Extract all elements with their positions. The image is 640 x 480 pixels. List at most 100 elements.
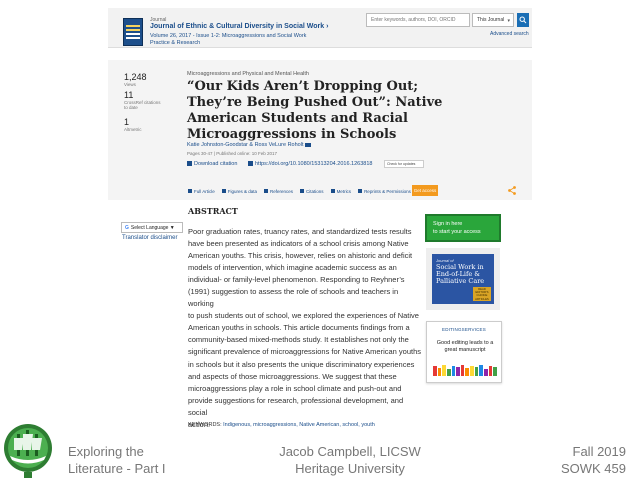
email-icon[interactable] (305, 142, 312, 147)
document-icon (188, 189, 192, 193)
authors-text[interactable]: Katie Johnston-Goodstar & Ross VeLure Ro… (187, 142, 303, 148)
decorative-pencils-graphic (433, 364, 497, 376)
doi-link[interactable]: https://doi.org/10.1080/15313204.2016.12… (248, 161, 372, 167)
advert-journal-title: Social Work in End-of-Life & Palliative … (436, 263, 485, 285)
journal-title-link[interactable]: Journal of Ethnic & Cultural Diversity i… (150, 23, 328, 30)
abstract-body: Poor graduation rates, truancy rates, an… (188, 226, 422, 431)
abstract-line: American youths. This crisis, however, r… (188, 251, 413, 261)
check-for-updates-button[interactable]: Check for updates (384, 160, 424, 168)
bar-chart-icon (330, 189, 335, 193)
crossref-metric[interactable]: 11 CrossRef citations to date (124, 90, 164, 110)
article-pages-date: Pages 30-47 | Published online: 10 Feb 2… (187, 151, 277, 156)
abstract-line: in schools but it also presents the uniq… (188, 359, 415, 369)
abstract-line: to push students out of school, we explo… (188, 311, 419, 321)
language-select-label: Select Language ▼ (130, 225, 175, 231)
advanced-search-link[interactable]: Advanced search (490, 31, 529, 37)
tab-figures-data[interactable]: Figures & data (221, 188, 258, 194)
tab-label: Reprints & Permissions (364, 188, 411, 194)
abstract-line: Poor graduation rates, truancy rates, an… (188, 227, 412, 236)
search-button[interactable] (517, 13, 529, 27)
views-value: 1,248 (124, 72, 147, 82)
tab-label: Full Article (194, 188, 215, 194)
altmetric-value: 1 (124, 117, 130, 127)
footer-left-line1: Exploring the (68, 444, 144, 459)
download-citation-link[interactable]: Download citation (187, 161, 237, 167)
tab-full-article[interactable]: Full Article (188, 189, 215, 194)
abstract-line: and aspects of those microaggressions. W… (188, 371, 397, 381)
signin-line1: Sign in here (433, 221, 463, 227)
article-title: “Our Kids Aren’t Dropping Out; They’re B… (187, 79, 443, 142)
tab-references[interactable]: References (264, 189, 293, 194)
article-category: Microaggressions and Physical and Mental… (187, 71, 309, 77)
download-citation-label: Download citation (194, 161, 238, 167)
footer-course-topic: Exploring the Literature - Part I (68, 443, 166, 477)
journal-cover-thumbnail[interactable] (123, 18, 143, 46)
footer-right-line2: SOWK 459 (560, 461, 626, 476)
article-tabs: Full Article Figures & data References C… (188, 185, 411, 197)
keyword-links[interactable]: Indigenous, microaggressions, Native Ame… (223, 422, 375, 428)
journal-advert[interactable]: Journal of Social Work in End-of-Life & … (426, 248, 500, 310)
language-select[interactable]: G Select Language ▼ (121, 222, 183, 233)
crossref-label: CrossRef citations to date (124, 100, 161, 110)
abstract-line: models of intervention, which imagine ac… (188, 263, 397, 273)
journal-header: Journal Journal of Ethnic & Cultural Div… (108, 8, 532, 48)
tab-metrics[interactable]: Metrics (330, 188, 352, 194)
search-scope-value: This Journal (477, 17, 505, 23)
footer-term: Fall 2019 SOWK 459 (561, 443, 626, 477)
journal-advert-cover: Journal of Social Work in End-of-Life & … (432, 254, 494, 304)
heritage-university-logo (4, 424, 52, 478)
abstract-line: (1991) suggestion to assess the role of … (188, 287, 399, 309)
tab-reprints-permissions[interactable]: Reprints & Permissions (358, 189, 411, 194)
tab-label: References (270, 188, 294, 194)
share-icon[interactable] (508, 186, 516, 195)
tab-citations[interactable]: Citations (300, 189, 324, 194)
abstract-line: microaggressions play a role in school c… (188, 383, 402, 393)
google-icon: G (125, 225, 129, 231)
tab-label: Figures & data (227, 188, 258, 194)
keywords-label: KEYWORDS: (188, 422, 224, 428)
signin-line2: to start your access (433, 229, 481, 235)
download-icon (187, 161, 192, 167)
editing-services-text: Good editing leads to a great manuscript (436, 340, 494, 353)
crossref-value: 11 (124, 90, 134, 100)
article-authors[interactable]: Katie Johnston-Goodstar & Ross VeLure Ro… (187, 142, 312, 148)
altmetric-label: Altmetric (124, 127, 142, 132)
abstract-line: individual- or family-level phenomenon. … (188, 275, 405, 285)
footer-left-line2: Literature - Part I (68, 461, 166, 476)
printer-icon (358, 189, 363, 193)
editing-services-advert[interactable]: EDITINGSERVICES Good editing leads to a … (426, 321, 502, 383)
views-label: Views (124, 82, 136, 87)
journal-section-link[interactable]: Practice & Research (150, 40, 200, 46)
link-icon (248, 161, 253, 167)
abstract-heading: ABSTRACT (188, 206, 238, 216)
views-metric: 1,248 Views (124, 72, 147, 87)
tab-label: Citations (306, 188, 324, 194)
abstract-line: significant prevalence of microaggressio… (188, 347, 422, 357)
translator-disclaimer-link[interactable]: Translator disclaimer (122, 235, 177, 241)
journal-volume-link[interactable]: Volume 26, 2017 - Issue 1-2: Microaggres… (150, 33, 306, 39)
footer-instructor: Jacob Campbell, LICSW Heritage Universit… (270, 443, 430, 477)
keywords: KEYWORDS: Indigenous, microaggressions, … (188, 422, 375, 428)
footer-mid-line1: Jacob Campbell, LICSW (279, 444, 421, 459)
get-access-button[interactable]: Get access (412, 185, 438, 196)
editing-services-title: EDITINGSERVICES (442, 327, 486, 332)
article-header: 1,248 Views 11 CrossRef citations to dat… (108, 60, 532, 200)
footer-mid-line2: Heritage University (295, 461, 405, 476)
altmetric-metric[interactable]: 1 Altmetric (124, 117, 142, 132)
doi-text: https://doi.org/10.1080/15313204.2016.12… (255, 161, 373, 167)
check-updates-label: Check for updates (387, 162, 416, 166)
footer-right-line1: Fall 2019 (572, 444, 626, 459)
references-icon (264, 189, 269, 193)
abstract-line: have been presented as indicators of a s… (188, 239, 409, 249)
search-input[interactable] (366, 13, 470, 27)
abstract-line: American youths in schools. This article… (188, 323, 410, 333)
editors-choice-badge: READ EDITOR'S CHOICE ARTICLES (473, 287, 491, 301)
search-icon (519, 16, 527, 24)
search-scope-select[interactable]: This Journal ▾ (472, 13, 514, 27)
chevron-down-icon: ▾ (507, 18, 510, 24)
quote-icon (300, 189, 305, 193)
image-icon (221, 189, 226, 193)
abstract-line: provide suggestions for research, profes… (188, 395, 404, 417)
tab-label: Metrics (336, 188, 352, 194)
sign-in-button[interactable]: Sign in here to start your access (425, 214, 501, 242)
